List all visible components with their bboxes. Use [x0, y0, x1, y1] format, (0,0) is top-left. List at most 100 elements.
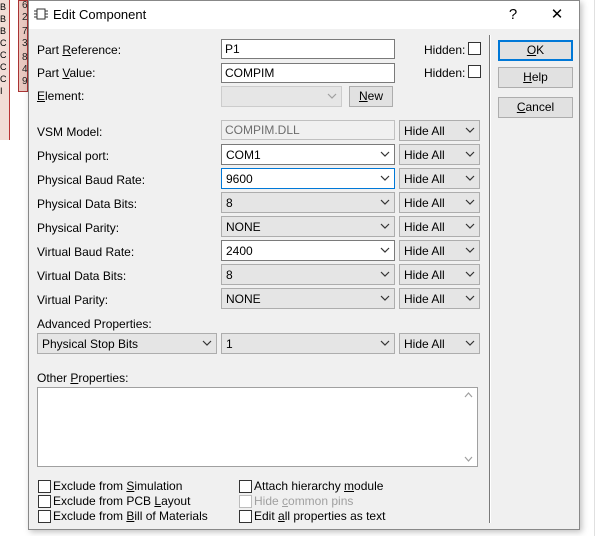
visibility-select[interactable]: Hide All: [399, 192, 480, 213]
side-letter: B: [0, 26, 7, 36]
cancel-button[interactable]: Cancel: [498, 97, 573, 118]
help-title-button[interactable]: ?: [491, 1, 535, 29]
physical-data-bits-select[interactable]: 8: [221, 192, 395, 213]
side-letter: B: [0, 14, 7, 24]
close-button[interactable]: ✕: [535, 1, 579, 29]
visibility-select[interactable]: Hide All: [399, 144, 480, 165]
dialog-title: Edit Component: [53, 7, 147, 22]
part-value-hidden-checkbox[interactable]: [468, 65, 481, 78]
chevron-down-icon: [380, 247, 390, 253]
edit-as-text-checkbox[interactable]: [239, 510, 252, 523]
vertical-scrollbar[interactable]: [460, 388, 477, 466]
visibility-value: Hide All: [404, 148, 445, 162]
virtual-parity-select[interactable]: NONE: [221, 288, 395, 309]
visibility-value: Hide All: [404, 196, 445, 210]
chevron-down-icon: [327, 93, 337, 99]
exclude-pcb-layout-label: Exclude from PCB Layout: [53, 494, 191, 508]
title-bar[interactable]: Edit Component ? ✕: [29, 1, 579, 29]
advanced-value-select[interactable]: 1: [221, 333, 395, 354]
element-select: [221, 86, 342, 107]
chevron-down-icon: [380, 151, 390, 157]
property-label: Virtual Baud Rate:: [37, 245, 135, 259]
part-value-input[interactable]: COMPIM: [221, 63, 395, 83]
attach-hierarchy-label: Attach hierarchy module: [254, 479, 384, 493]
attach-hierarchy-checkbox[interactable]: [239, 480, 252, 493]
physical-data-bits-value: 8: [226, 196, 233, 210]
right-background: [580, 0, 602, 536]
scroll-down-icon[interactable]: [464, 456, 473, 462]
visibility-select[interactable]: Hide All: [399, 240, 480, 261]
virtual-data-bits-select[interactable]: 8: [221, 264, 395, 285]
part-value-label: Part Value:: [37, 66, 96, 80]
hide-common-pins-checkbox: [239, 495, 252, 508]
vsm-model-input: COMPIM.DLL: [221, 120, 395, 140]
hide-common-pins-label: Hide common pins: [254, 494, 354, 508]
physical-port-value: COM1: [226, 148, 261, 162]
side-letter: I: [0, 86, 3, 96]
physical-parity-value: NONE: [226, 220, 261, 234]
component-icon: [34, 8, 48, 20]
virtual-baud-rate-select[interactable]: 2400: [221, 240, 395, 261]
physical-baud-rate-select[interactable]: 9600: [221, 168, 395, 189]
side-letter: C: [0, 50, 7, 60]
help-button[interactable]: Help: [498, 67, 573, 88]
visibility-select[interactable]: Hide All: [399, 288, 480, 309]
property-label: Physical Data Bits:: [37, 197, 138, 211]
element-label: Element:: [37, 89, 85, 103]
visibility-value: Hide All: [404, 220, 445, 234]
visibility-value: Hide All: [404, 124, 445, 138]
virtual-data-bits-value: 8: [226, 268, 233, 282]
chevron-down-icon: [380, 175, 390, 181]
advanced-property-value: Physical Stop Bits: [42, 337, 139, 351]
chevron-down-icon: [380, 223, 390, 229]
visibility-select[interactable]: Hide All: [399, 264, 480, 285]
chevron-down-icon: [380, 340, 390, 346]
property-label: Physical port:: [37, 149, 110, 163]
chevron-down-icon: [380, 199, 390, 205]
chevron-down-icon: [465, 151, 475, 157]
other-properties-textarea[interactable]: [37, 387, 478, 467]
visibility-value: Hide All: [404, 292, 445, 306]
advanced-property-select[interactable]: Physical Stop Bits: [37, 333, 217, 354]
property-label: VSM Model:: [37, 125, 103, 139]
chevron-down-icon: [465, 340, 475, 346]
visibility-value: Hide All: [404, 172, 445, 186]
vertical-separator: [489, 35, 491, 523]
side-letter: C: [0, 74, 7, 84]
exclude-pcb-layout-checkbox[interactable]: [38, 495, 51, 508]
edit-component-dialog: Edit Component ? ✕ Part Reference: P1 Hi…: [28, 0, 580, 530]
visibility-value: Hide All: [404, 268, 445, 282]
exclude-bom-checkbox[interactable]: [38, 510, 51, 523]
advanced-value: 1: [226, 337, 233, 351]
scroll-up-icon[interactable]: [464, 392, 473, 398]
exclude-bom-label: Exclude from Bill of Materials: [53, 509, 208, 523]
physical-port-select[interactable]: COM1: [221, 144, 395, 165]
advanced-properties-label: Advanced Properties:: [37, 317, 152, 331]
property-label: Virtual Data Bits:: [37, 269, 127, 283]
side-letter: B: [0, 2, 7, 12]
part-reference-input[interactable]: P1: [221, 39, 395, 59]
exclude-simulation-checkbox[interactable]: [38, 480, 51, 493]
virtual-baud-rate-value: 2400: [226, 244, 253, 258]
side-letter: C: [0, 38, 7, 48]
part-value-hidden-label: Hidden:: [424, 66, 466, 80]
chevron-down-icon: [465, 127, 475, 133]
chevron-down-icon: [465, 271, 475, 277]
chevron-down-icon: [380, 271, 390, 277]
property-label: Physical Baud Rate:: [37, 173, 146, 187]
visibility-select[interactable]: Hide All: [399, 168, 480, 189]
chevron-down-icon: [465, 223, 475, 229]
visibility-select[interactable]: Hide All: [399, 333, 480, 354]
part-reference-label: Part Reference:: [37, 43, 122, 57]
visibility-select[interactable]: Hide All: [399, 120, 480, 141]
chevron-down-icon: [465, 199, 475, 205]
part-reference-hidden-checkbox[interactable]: [468, 42, 481, 55]
physical-parity-select[interactable]: NONE: [221, 216, 395, 237]
side-letter: C: [0, 62, 7, 72]
visibility-select[interactable]: Hide All: [399, 216, 480, 237]
ok-button[interactable]: OK: [498, 40, 573, 61]
new-element-button[interactable]: New: [349, 86, 393, 107]
edit-as-text-label: Edit all properties as text: [254, 509, 386, 523]
other-properties-label: Other Properties:: [37, 371, 129, 385]
chevron-down-icon: [380, 295, 390, 301]
